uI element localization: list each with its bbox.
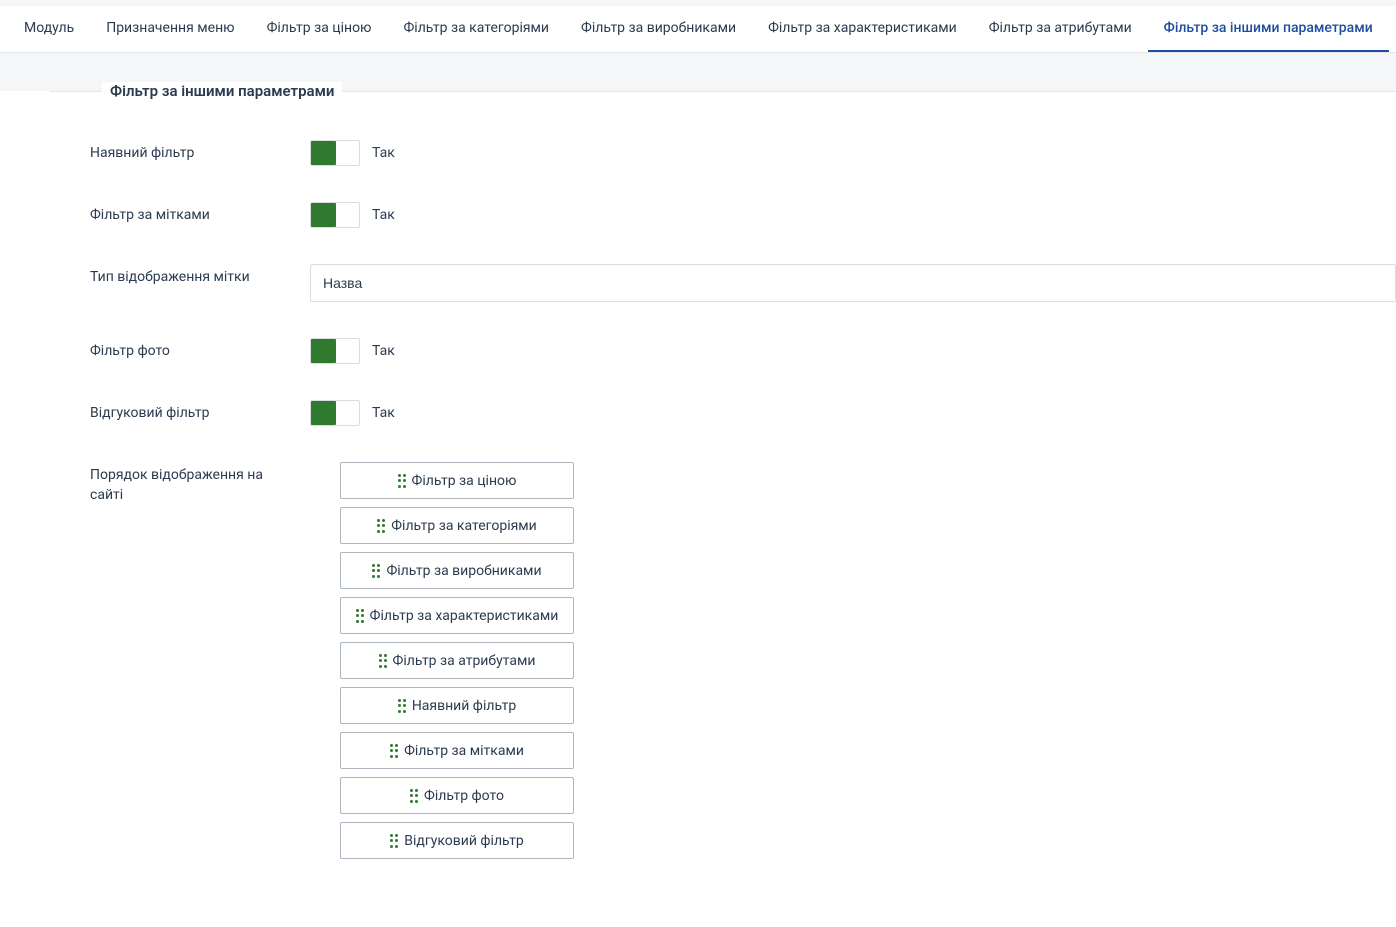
drag-handle-icon [379, 654, 387, 668]
sort-item-label: Фільтр фото [424, 788, 504, 804]
drag-handle-icon [377, 519, 385, 533]
label-tag-display-type: Тип відображення мітки [90, 264, 310, 288]
toggle-review-filter[interactable] [310, 400, 360, 426]
sort-item-label: Фільтр за виробниками [386, 563, 541, 579]
label-tags-filter: Фільтр за мітками [90, 202, 310, 226]
drag-handle-icon [398, 699, 406, 713]
select-tag-display-type[interactable]: Назва [310, 264, 1396, 302]
admin-filter-settings-page: МодульПризначення менюФільтр за ціноюФіл… [0, 6, 1396, 927]
sort-item-label: Відгуковий фільтр [404, 833, 524, 849]
sort-order-list: Фільтр за ціною Фільтр за категоріями Філь… [340, 462, 574, 859]
sort-item-8[interactable]: Відгуковий фільтр [340, 822, 574, 859]
sort-item-5[interactable]: Наявний фільтр [340, 687, 574, 724]
drag-handle-icon [390, 834, 398, 848]
toggle-state-review: Так [372, 405, 395, 421]
row-sort-order: Порядок відображення на сайті Фільтр за … [50, 454, 1396, 887]
sort-item-0[interactable]: Фільтр за ціною [340, 462, 574, 499]
sort-item-label: Фільтр за характеристиками [370, 608, 559, 624]
toggle-state-tags: Так [372, 207, 395, 223]
sort-item-6[interactable]: Фільтр за мітками [340, 732, 574, 769]
sort-item-label: Фільтр за ціною [412, 473, 517, 489]
drag-handle-icon [356, 609, 364, 623]
label-sort-order: Порядок відображення на сайті [90, 462, 310, 505]
row-tag-display-type: Тип відображення мітки Назва [50, 256, 1396, 330]
row-photo-filter: Фільтр фото Так [50, 330, 1396, 392]
sort-item-label: Фільтр за категоріями [391, 518, 537, 534]
sort-item-3[interactable]: Фільтр за характеристиками [340, 597, 574, 634]
drag-handle-icon [398, 474, 406, 488]
sort-item-label: Фільтр за мітками [404, 743, 524, 759]
drag-handle-icon [410, 789, 418, 803]
sort-item-7[interactable]: Фільтр фото [340, 777, 574, 814]
label-available-filter: Наявний фільтр [90, 140, 310, 164]
sort-item-1[interactable]: Фільтр за категоріями [340, 507, 574, 544]
sort-item-label: Наявний фільтр [412, 698, 516, 714]
tab-panel-other-params: Фільтр за іншими параметрами Наявний філ… [0, 91, 1396, 927]
tab-2[interactable]: Фільтр за ціною [251, 6, 388, 52]
tab-3[interactable]: Фільтр за категоріями [387, 6, 565, 52]
row-available-filter: Наявний фільтр Так [50, 132, 1396, 194]
tab-1[interactable]: Призначення меню [90, 6, 250, 52]
toggle-photo-filter[interactable] [310, 338, 360, 364]
row-tags-filter: Фільтр за мітками Так [50, 194, 1396, 256]
settings-tabs: МодульПризначення менюФільтр за ціноюФіл… [0, 6, 1396, 53]
row-review-filter: Відгуковий фільтр Так [50, 392, 1396, 454]
fieldset-legend: Фільтр за іншими параметрами [102, 82, 342, 100]
sort-item-2[interactable]: Фільтр за виробниками [340, 552, 574, 589]
toggle-available-filter[interactable] [310, 140, 360, 166]
toggle-state-photo: Так [372, 343, 395, 359]
toggle-tags-filter[interactable] [310, 202, 360, 228]
tab-5[interactable]: Фільтр за характеристиками [752, 6, 973, 52]
tab-7[interactable]: Фільтр за іншими параметрами [1148, 6, 1389, 52]
tab-0[interactable]: Модуль [8, 6, 90, 52]
drag-handle-icon [372, 564, 380, 578]
sort-item-4[interactable]: Фільтр за атрибутами [340, 642, 574, 679]
tab-6[interactable]: Фільтр за атрибутами [973, 6, 1148, 52]
fieldset-other-params: Фільтр за іншими параметрами Наявний філ… [50, 91, 1396, 887]
sort-item-label: Фільтр за атрибутами [393, 653, 536, 669]
label-photo-filter: Фільтр фото [90, 338, 310, 362]
toggle-state-available: Так [372, 145, 395, 161]
tab-4[interactable]: Фільтр за виробниками [565, 6, 752, 52]
label-review-filter: Відгуковий фільтр [90, 400, 310, 424]
drag-handle-icon [390, 744, 398, 758]
